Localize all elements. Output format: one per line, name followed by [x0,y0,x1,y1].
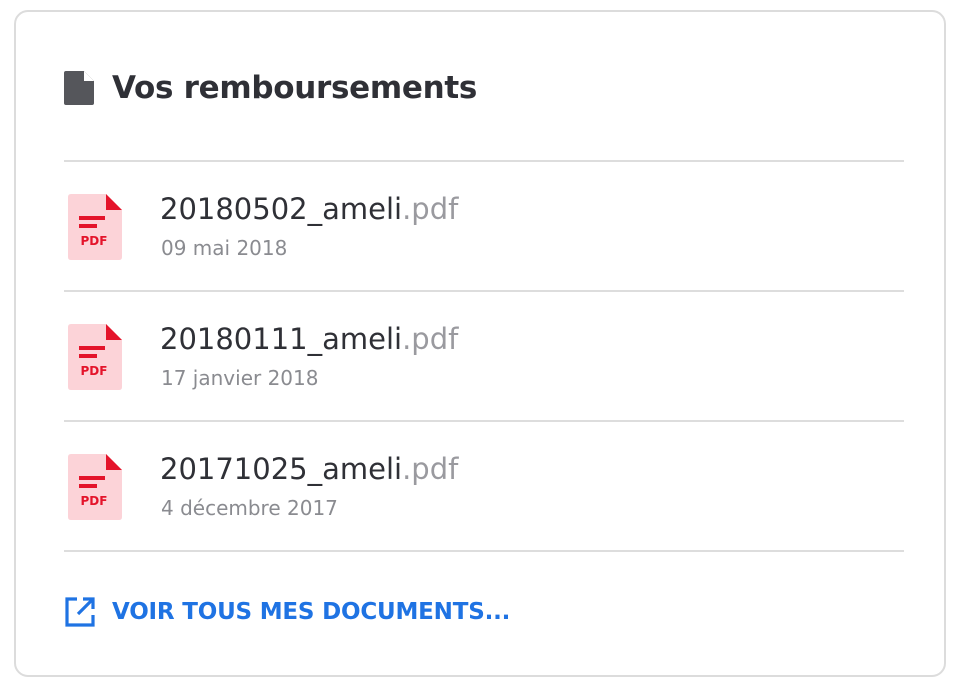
file-date: 17 janvier 2018 [161,366,319,390]
document-icon [64,71,94,105]
file-basename: 20180502_ameli [160,192,403,226]
pdf-file-icon: PDF [68,454,122,520]
file-basename: 20171025_ameli [160,452,403,486]
pdf-icon-label: PDF [81,234,108,248]
reimbursements-card: Vos remboursements PDF 20180502_ameli.pd… [14,10,946,677]
file-extension: .pdf [402,322,459,356]
divider [64,550,904,552]
pdf-icon-label: PDF [81,494,108,508]
pdf-icon-label: PDF [81,364,108,378]
file-date: 09 mai 2018 [161,236,288,260]
document-row[interactable]: PDF 20171025_ameli.pdf 4 décembre 2017 [64,422,904,550]
see-all-documents-label: VOIR TOUS MES DOCUMENTS... [112,599,511,625]
file-date: 4 décembre 2017 [161,496,338,520]
card-title: Vos remboursements [112,70,478,106]
document-row[interactable]: PDF 20180111_ameli.pdf 17 janvier 2018 [64,292,904,420]
pdf-file-icon: PDF [68,194,122,260]
file-name[interactable]: 20180502_ameli.pdf [160,192,458,226]
pdf-file-icon: PDF [68,324,122,390]
file-basename: 20180111_ameli [160,322,403,356]
file-extension: .pdf [402,192,459,226]
document-row[interactable]: PDF 20180502_ameli.pdf 09 mai 2018 [64,162,904,290]
file-extension: .pdf [402,452,459,486]
see-all-documents-link[interactable]: VOIR TOUS MES DOCUMENTS... [64,592,510,632]
file-name[interactable]: 20180111_ameli.pdf [160,322,458,356]
card-header: Vos remboursements [64,66,477,110]
file-name[interactable]: 20171025_ameli.pdf [160,452,458,486]
external-link-icon [65,597,95,627]
